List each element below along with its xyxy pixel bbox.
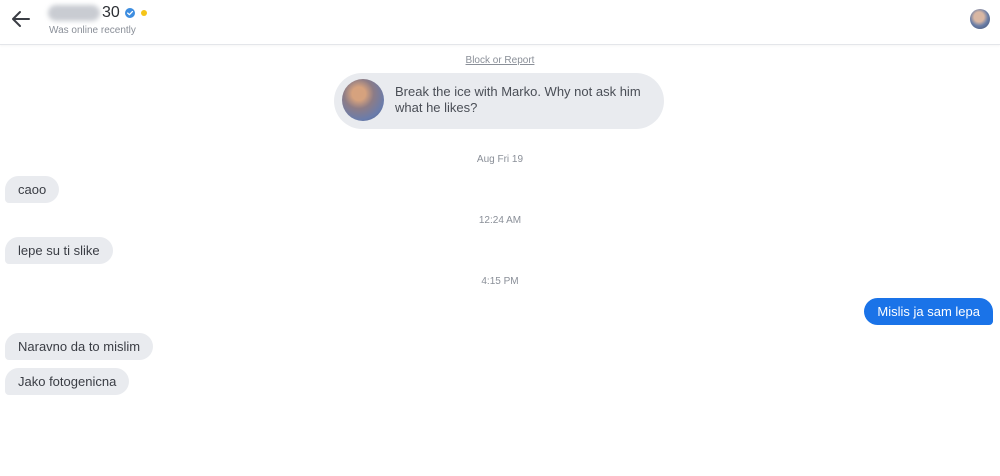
contact-age: 30	[102, 4, 120, 21]
icebreaker-text: Break the ice with Marko. Why not ask hi…	[395, 84, 641, 115]
back-arrow-icon[interactable]	[10, 8, 32, 30]
timestamp: 12:24 AM	[478, 215, 522, 226]
icebreaker-avatar	[342, 79, 384, 121]
verified-badge-icon	[124, 8, 135, 18]
message-incoming: caoo	[5, 176, 60, 203]
contact-name[interactable]: 30	[48, 4, 147, 22]
block-report-row: Block or Report	[0, 55, 1000, 66]
chat-header: 30 Was online recently	[0, 0, 1000, 45]
icebreaker-card: Break the ice with Marko. Why not ask hi…	[334, 73, 664, 129]
message-incoming: Jako fotogenicna	[5, 368, 130, 395]
message-outgoing: Mislis ja sam lepa	[864, 298, 993, 325]
online-status-text: Was online recently	[49, 25, 136, 36]
online-status-dot	[140, 10, 147, 16]
message-incoming: Naravno da to mislim	[5, 333, 154, 360]
message-incoming: lepe su ti slike	[5, 237, 113, 264]
timestamp: Aug Fri 19	[476, 154, 524, 165]
timestamp: 4:15 PM	[481, 276, 519, 287]
blurred-name	[48, 5, 100, 21]
block-report-link[interactable]: Block or Report	[466, 55, 535, 66]
avatar[interactable]	[970, 9, 990, 29]
